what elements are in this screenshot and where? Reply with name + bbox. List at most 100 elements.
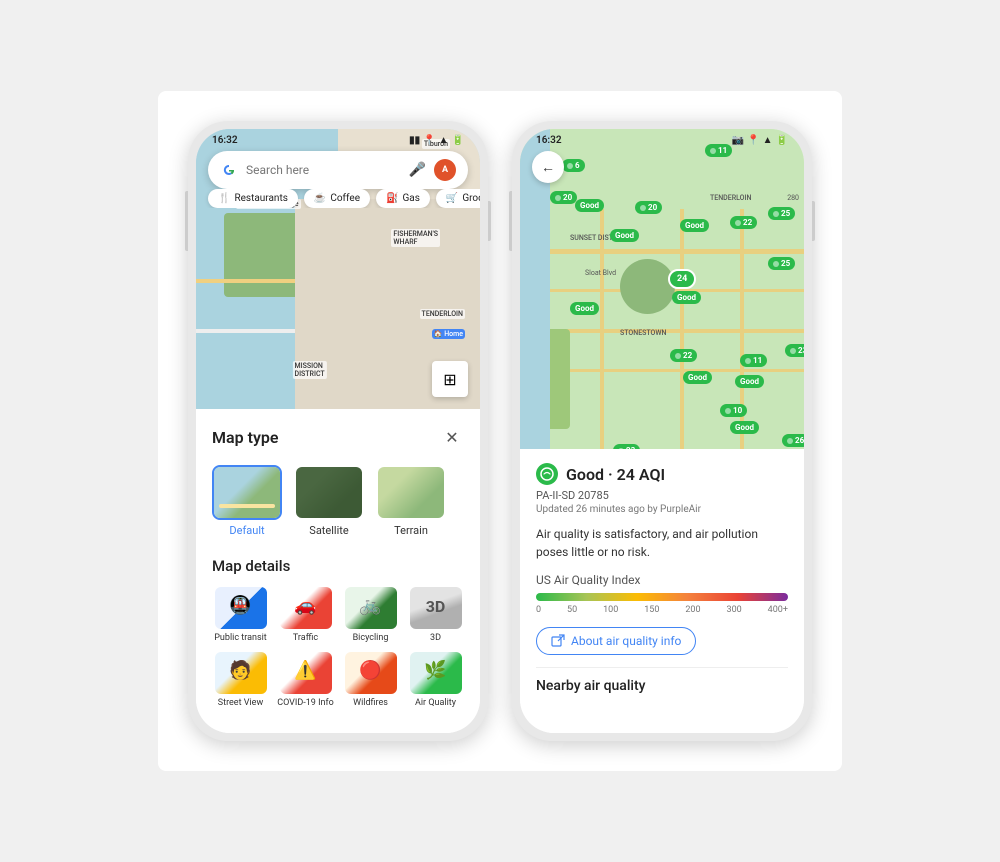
detail-streetview[interactable]: 🧑 Street View xyxy=(212,652,269,709)
detail-cycling-thumb: 🚲 xyxy=(345,587,397,629)
map-type-default-label: Default xyxy=(229,524,264,537)
chip-gas[interactable]: ⛽ Gas xyxy=(376,189,430,208)
sim-icon: ▮▮ xyxy=(409,135,420,146)
map-type-default[interactable]: Default xyxy=(212,465,282,537)
detail-traffic[interactable]: 🚗 Traffic xyxy=(277,587,334,644)
scale-0: 0 xyxy=(536,605,541,615)
battery-icon: 🔋 xyxy=(452,135,464,146)
map-label-tenderloin-2: TENDERLOIN xyxy=(710,194,751,202)
phone-1-inner: Tiburon Golden Gate Bridge FISHERMAN'SWH… xyxy=(196,129,480,733)
aq-badge-22-top: 22 xyxy=(730,216,757,229)
map-type-terrain-thumb xyxy=(376,465,446,520)
aq-description: Air quality is satisfactory, and air pol… xyxy=(536,525,788,561)
detail-covid-thumb: ⚠️ xyxy=(280,652,332,694)
back-button[interactable]: ← xyxy=(532,151,564,183)
aq-badge-good-center: Good xyxy=(672,291,701,304)
search-bar[interactable]: Search here 🎤 A xyxy=(208,151,468,189)
location-icon-2: 📍 xyxy=(747,135,759,146)
status-icons-2: 📷 📍 ▲ 🔋 xyxy=(732,135,788,146)
detail-3d[interactable]: 3D 3D xyxy=(407,587,464,644)
phone-2: 16:32 📷 📍 ▲ 🔋 xyxy=(512,121,812,741)
aq-badge-good-bottom: Good xyxy=(683,371,712,384)
map-label-stonestown: STONESTOWN xyxy=(620,329,667,337)
aq-title: Good · 24 AQI xyxy=(566,465,665,484)
aq-updated: Updated 26 minutes ago by PurpleAir xyxy=(536,504,788,515)
status-bar-1: 16:32 ▮▮ 📍 ▲ 🔋 xyxy=(196,129,480,148)
coffee-icon: ☕ xyxy=(314,193,326,204)
aq-panel: Good · 24 AQI PA-II-SD 20785 Updated 26 … xyxy=(520,449,804,733)
aq-badge-good-mid2: Good xyxy=(680,219,709,232)
scale-100: 100 xyxy=(603,605,618,615)
external-link-icon xyxy=(551,634,565,648)
google-icon xyxy=(220,161,238,179)
category-chips: 🍴 Restaurants ☕ Coffee ⛽ Gas 🛒 Grocer xyxy=(196,189,480,208)
aq-header: Good · 24 AQI xyxy=(536,463,788,485)
detail-streetview-label: Street View xyxy=(218,698,263,709)
chip-restaurants-label: Restaurants xyxy=(234,193,287,204)
about-air-quality-button[interactable]: About air quality info xyxy=(536,627,696,655)
map-label-280: 280 xyxy=(787,194,799,202)
about-aq-label: About air quality info xyxy=(571,634,681,648)
aq-badge-20-left: 20 xyxy=(550,191,577,204)
user-avatar[interactable]: A xyxy=(434,159,456,181)
layers-button[interactable]: ⊞ xyxy=(432,361,468,397)
mic-icon[interactable]: 🎤 xyxy=(409,162,426,178)
signal-icon: ▲ xyxy=(763,135,773,146)
phone-1: Tiburon Golden Gate Bridge FISHERMAN'SWH… xyxy=(188,121,488,741)
aq-badge-26: 26 xyxy=(782,434,804,447)
aq-map-area: 16:32 📷 📍 ▲ 🔋 xyxy=(520,129,804,449)
aq-badge-good-mid: Good xyxy=(610,229,639,242)
thumb-terrain-bg xyxy=(378,467,444,518)
detail-wildfires[interactable]: 🔴 Wildfires xyxy=(342,652,399,709)
grocer-icon: 🛒 xyxy=(446,193,458,204)
chip-grocer[interactable]: 🛒 Grocer xyxy=(436,189,480,208)
phone-2-inner: 16:32 📷 📍 ▲ 🔋 xyxy=(520,129,804,733)
close-button[interactable]: ✕ xyxy=(440,425,464,449)
sheet-header: Map type ✕ xyxy=(212,425,464,449)
aq-scale-labels: 0 50 100 150 200 300 400+ xyxy=(536,605,788,615)
detail-airquality[interactable]: 🌿 Air Quality xyxy=(407,652,464,709)
chip-grocer-label: Grocer xyxy=(462,193,480,204)
status-bar-2: 16:32 📷 📍 ▲ 🔋 xyxy=(520,129,804,148)
chip-coffee-label: Coffee xyxy=(330,193,360,204)
map-type-default-thumb xyxy=(212,465,282,520)
aq-badge-25-top: 25 xyxy=(768,207,795,220)
detail-traffic-thumb: 🚗 xyxy=(280,587,332,629)
detail-wildfire-thumb: 🔴 xyxy=(345,652,397,694)
detail-transit-label: Public transit xyxy=(214,633,266,644)
aq-index-title: US Air Quality Index xyxy=(536,573,788,587)
aq-badge-22-bottom: 22 xyxy=(670,349,697,362)
map-label-fishermans-wharf: FISHERMAN'SWHARF xyxy=(391,229,440,247)
aq-badge-6: 6 xyxy=(562,159,585,172)
scale-300: 300 xyxy=(727,605,742,615)
detail-transit[interactable]: 🚇 Public transit xyxy=(212,587,269,644)
location-icon: 📍 xyxy=(423,135,435,146)
thumb-satellite-bg xyxy=(296,467,362,518)
chip-coffee[interactable]: ☕ Coffee xyxy=(304,189,370,208)
gas-icon: ⛽ xyxy=(386,193,398,204)
chip-gas-label: Gas xyxy=(402,193,419,204)
detail-airquality-label: Air Quality xyxy=(415,698,456,709)
chip-restaurants[interactable]: 🍴 Restaurants xyxy=(208,189,298,208)
detail-wildfires-label: Wildfires xyxy=(353,698,388,709)
aq-badge-good-bottom2: Good xyxy=(735,375,764,388)
aq-badge-23-bottom: 23 xyxy=(613,444,640,449)
status-time-1: 16:32 xyxy=(212,135,238,146)
aq-map-bg: 16:32 📷 📍 ▲ 🔋 xyxy=(520,129,804,449)
detail-cycling[interactable]: 🚲 Bicycling xyxy=(342,587,399,644)
aq-badge-20-right: 20 xyxy=(635,201,662,214)
aq-badge-11-bottom: 11 xyxy=(740,354,767,367)
thumb-default-bg xyxy=(214,467,280,518)
bottom-sheet: Map type ✕ Default Sate xyxy=(196,409,480,733)
aq-badge-good-very-bottom: Good xyxy=(730,421,759,434)
map-type-satellite[interactable]: Satellite xyxy=(294,465,364,537)
detail-airquality-thumb: 🌿 xyxy=(410,652,462,694)
scale-400: 400+ xyxy=(768,605,788,615)
aq-good-icon xyxy=(536,463,558,485)
phones-container: Tiburon Golden Gate Bridge FISHERMAN'SWH… xyxy=(158,91,842,771)
aq-station-id: PA-II-SD 20785 xyxy=(536,489,788,502)
map-type-terrain[interactable]: Terrain xyxy=(376,465,446,537)
map-label-tenderloin: TENDERLOIN xyxy=(420,309,465,319)
detail-covid[interactable]: ⚠️ COVID-19 Info xyxy=(277,652,334,709)
status-time-2: 16:32 xyxy=(536,135,562,146)
